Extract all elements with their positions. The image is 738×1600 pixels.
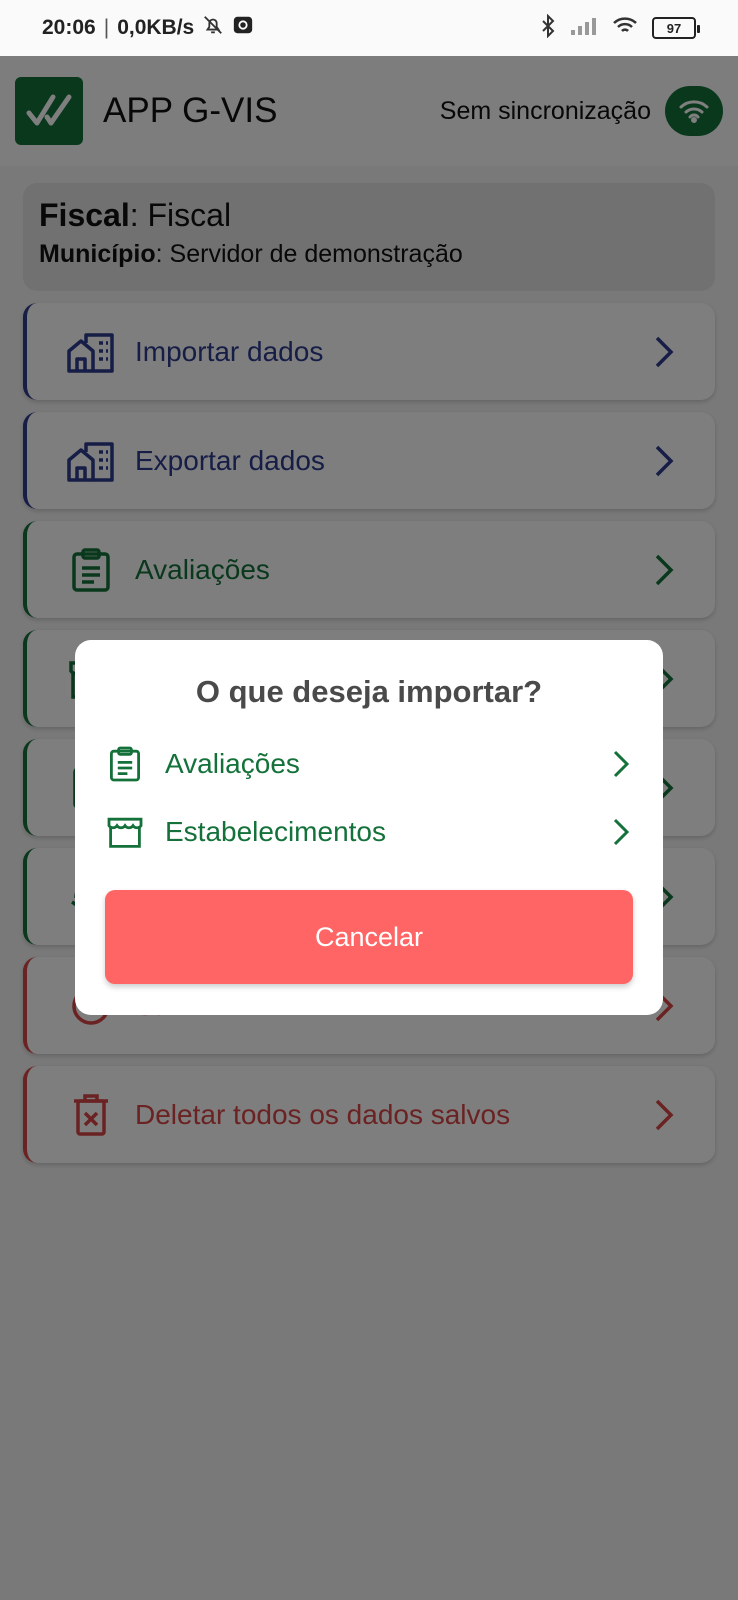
status-time: 20:06: [42, 16, 96, 39]
cancel-button[interactable]: Cancelar: [105, 890, 633, 984]
option-avaliacoes[interactable]: Avaliações: [105, 736, 633, 792]
option-label: Avaliações: [165, 748, 300, 779]
chevron-right-icon: [609, 747, 633, 781]
bell-off-icon: [202, 14, 224, 42]
option-estabelecimentos[interactable]: Estabelecimentos: [105, 804, 633, 860]
battery-icon: 97: [652, 17, 700, 39]
signal-icon: [570, 16, 598, 41]
status-bar: 20:06 | 0,0KB/s 97: [0, 0, 738, 56]
dialog-title: O que deseja importar?: [195, 674, 543, 709]
wifi-status-icon: [612, 16, 638, 41]
store-icon: [105, 812, 145, 852]
option-label: Estabelecimentos: [165, 816, 387, 847]
import-dialog: O que deseja importar? Avaliações Estabe…: [75, 640, 663, 1015]
clipboard-icon: [105, 744, 145, 784]
status-speed: 0,0KB/s: [117, 16, 195, 39]
app-notification-icon: [232, 14, 254, 42]
bluetooth-icon: [540, 13, 556, 43]
chevron-right-icon: [609, 815, 633, 849]
